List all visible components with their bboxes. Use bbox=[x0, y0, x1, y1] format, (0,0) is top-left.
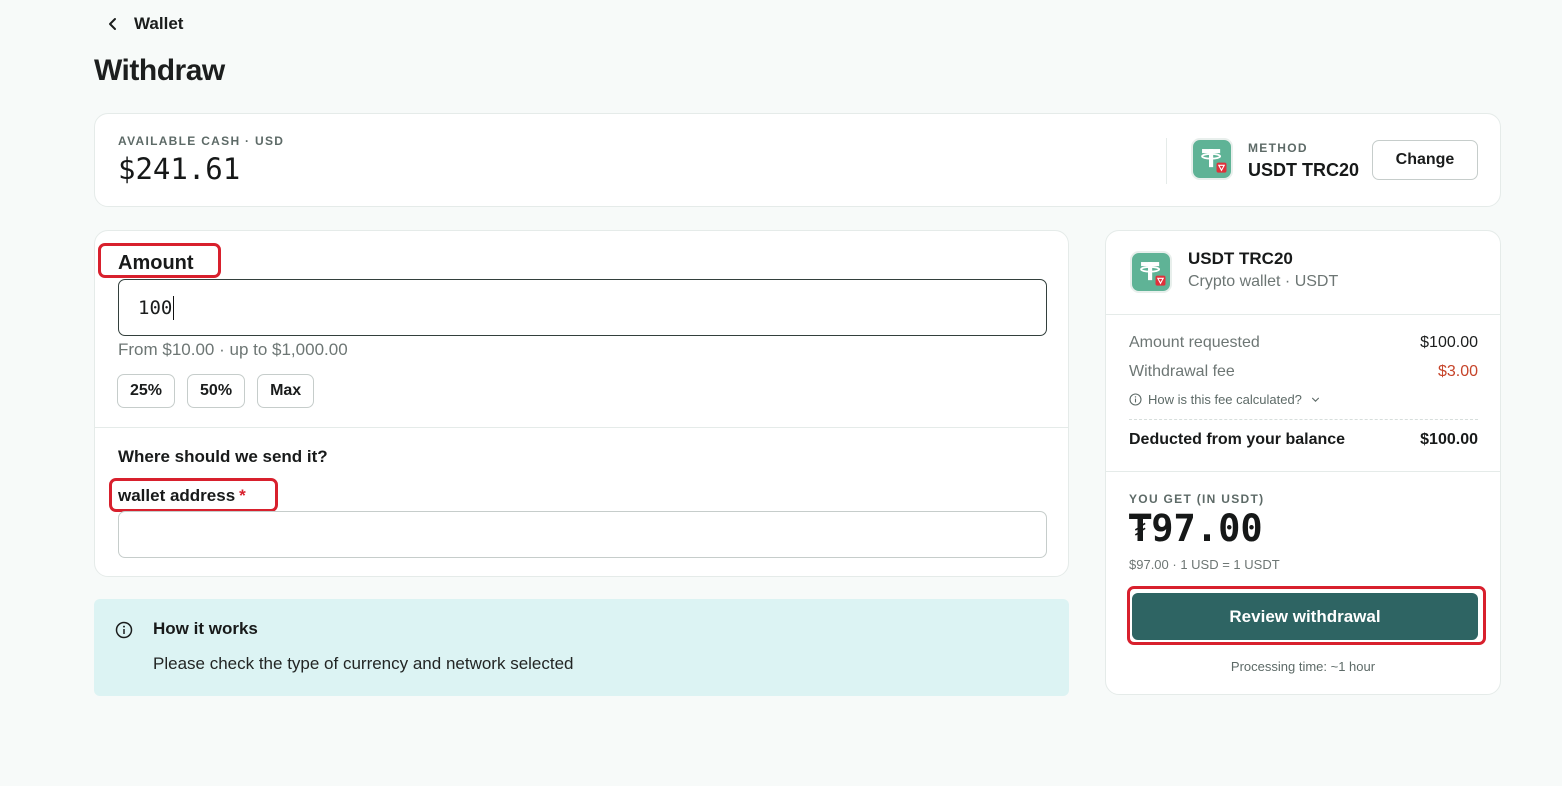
deducted-value: $100.00 bbox=[1420, 431, 1478, 448]
amount-input-value: 100 bbox=[138, 296, 173, 319]
processing-time: Processing time: ~1 hour bbox=[1230, 659, 1376, 674]
quick-amount-buttons: 25% 50% Max bbox=[117, 374, 315, 408]
divider bbox=[1106, 471, 1500, 472]
amount-requested-value: $100.00 bbox=[1420, 334, 1478, 351]
required-mark: * bbox=[239, 486, 246, 505]
amount-range-hint: From $10.00 · up to $1,000.00 bbox=[118, 340, 348, 359]
amount-input[interactable]: 100 bbox=[118, 279, 1047, 336]
review-withdrawal-button[interactable]: Review withdrawal bbox=[1132, 593, 1478, 640]
change-method-button[interactable]: Change bbox=[1372, 140, 1478, 180]
wallet-address-input[interactable] bbox=[118, 511, 1047, 558]
quick-amount-25-button[interactable]: 25% bbox=[117, 374, 176, 408]
amount-requested-row: Amount requested $100.00 bbox=[1129, 334, 1478, 352]
withdraw-form-card: Amount 100 From $10.00 · up to $1,000.00… bbox=[94, 230, 1069, 577]
fee-explanation-label: How is this fee calculated? bbox=[1148, 392, 1302, 407]
amount-label: Amount bbox=[118, 252, 194, 274]
chevron-left-icon bbox=[109, 18, 116, 30]
how-it-works-box: How it works Please check the type of cu… bbox=[94, 599, 1069, 696]
available-cash-label: AVAILABLE CASH · USD bbox=[118, 134, 285, 148]
wallet-address-label-text: wallet address bbox=[118, 486, 236, 505]
dashed-divider bbox=[1129, 419, 1478, 420]
balance-card: AVAILABLE CASH · USD $241.61 METHOD USDT… bbox=[94, 113, 1501, 207]
destination-heading: Where should we send it? bbox=[118, 447, 328, 466]
divider bbox=[95, 427, 1068, 428]
page-title: Withdraw bbox=[94, 54, 225, 87]
withdrawal-fee-row: Withdrawal fee $3.00 bbox=[1129, 363, 1478, 381]
you-get-conversion: $97.00 · 1 USD = 1 USDT bbox=[1129, 557, 1280, 572]
withdrawal-fee-label: Withdrawal fee bbox=[1129, 363, 1235, 380]
text-caret bbox=[173, 295, 175, 320]
usdt-tron-icon bbox=[1130, 251, 1172, 293]
available-cash-value: $241.61 bbox=[118, 152, 241, 186]
fee-explanation-toggle[interactable]: How is this fee calculated? bbox=[1129, 392, 1321, 407]
chevron-down-icon bbox=[1311, 397, 1319, 402]
usdt-tron-icon bbox=[1191, 138, 1233, 180]
deducted-row: Deducted from your balance $100.00 bbox=[1129, 431, 1478, 449]
divider bbox=[1106, 314, 1500, 315]
method-label: METHOD bbox=[1248, 141, 1308, 155]
deducted-label: Deducted from your balance bbox=[1129, 431, 1346, 448]
info-icon bbox=[115, 621, 133, 639]
divider bbox=[1166, 138, 1167, 184]
quick-amount-max-button[interactable]: Max bbox=[257, 374, 315, 408]
wallet-address-label: wallet address * bbox=[118, 486, 246, 506]
summary-card: USDT TRC20 Crypto wallet · USDT Amount r… bbox=[1105, 230, 1501, 695]
info-icon bbox=[1129, 393, 1142, 406]
withdrawal-fee-value: $3.00 bbox=[1437, 363, 1478, 380]
you-get-value: ₮97.00 bbox=[1129, 507, 1263, 550]
summary-method-sub: Crypto wallet · USDT bbox=[1188, 273, 1339, 290]
you-get-label: YOU GET (IN USDT) bbox=[1129, 492, 1265, 506]
back-link[interactable]: Wallet bbox=[106, 14, 183, 34]
amount-requested-label: Amount requested bbox=[1129, 334, 1260, 351]
method-value: USDT TRC20 bbox=[1248, 160, 1360, 180]
info-title: How it works bbox=[153, 619, 258, 638]
quick-amount-50-button[interactable]: 50% bbox=[187, 374, 246, 408]
info-text: Please check the type of currency and ne… bbox=[153, 654, 574, 673]
summary-method-name: USDT TRC20 bbox=[1188, 249, 1293, 268]
back-link-label: Wallet bbox=[134, 14, 184, 33]
